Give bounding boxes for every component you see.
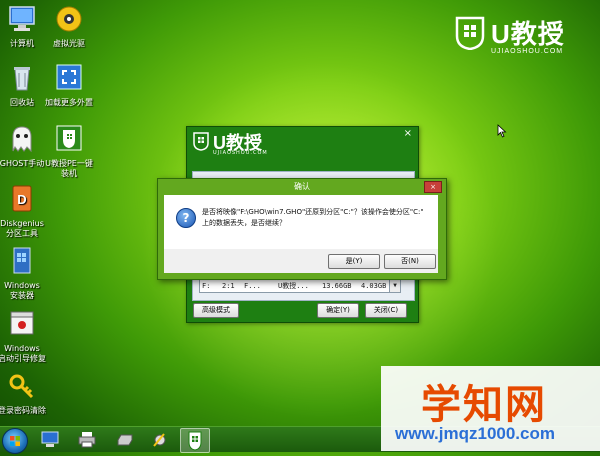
tool-window-logo: U教授 UJIAOSHOU.COM (193, 131, 293, 161)
ok-button[interactable]: 确定(Y) (317, 303, 359, 318)
desktop-icon-label: Windows 启动引导修复 (0, 344, 46, 363)
watermark-title: 学知网 (421, 383, 547, 427)
desktop-icon-label: U教授PE一键 装机 (45, 159, 93, 178)
mouse-pointer-icon (497, 124, 507, 138)
dialog-content: ? 是否将映像"F:\GHO\win7.GHO"还原到分区"C:"？该操作会使分… (164, 195, 438, 249)
question-icon: ? (176, 208, 196, 228)
tool-window-close-button[interactable]: × (404, 128, 412, 139)
desktop-icon-boot-repair[interactable]: Windows 启动引导修复 (0, 310, 51, 364)
dialog-footer: 是(Y) 否(N) (164, 249, 438, 273)
desktop-icon-diskgenius[interactable]: D Diskgenius 分区工具 (0, 185, 51, 239)
ujiaoshou-install-icon (56, 125, 82, 151)
diskgenius-icon: D (12, 185, 32, 212)
desktop-icon-label: 登录密码清除 (0, 406, 46, 415)
desktop-icon-label: 加载更多外置 (45, 98, 93, 107)
dialog-message-line1: 是否将映像"F:\GHO\win7.GHO"还原到分区"C:"？该操作会使分区"… (202, 208, 424, 216)
drive-icon[interactable] (115, 430, 135, 449)
start-orb-icon[interactable] (2, 428, 28, 454)
desktop-icon-label: Windows 安装器 (4, 281, 40, 300)
partition-col-label: U教授... (278, 282, 309, 290)
dialog-message: 是否将映像"F:\GHO\win7.GHO"还原到分区"C:"？该操作会使分区"… (202, 207, 430, 229)
boot-repair-icon (10, 311, 34, 335)
brand-url: UJIAOSHOU.COM (491, 48, 564, 55)
computer-icon[interactable] (40, 430, 60, 449)
brand-logo: U教授 UJIAOSHOU.COM (455, 14, 585, 58)
load-more-icon (56, 64, 82, 90)
desktop-icon-virtual-drive[interactable]: 虚拟光驱 (40, 5, 98, 49)
partition-col-size: 13.66GB (322, 282, 352, 290)
desktop-icon-windows-installer[interactable]: Windows 安装器 (0, 247, 51, 301)
desktop-icon-ujiaoshou-install[interactable]: U教授PE一键 装机 (40, 125, 98, 179)
ujiaoshou-app-icon (188, 431, 202, 451)
advanced-mode-button[interactable]: 高级模式 (193, 303, 239, 318)
close-button[interactable]: 关闭(C) (365, 303, 407, 318)
recycle-bin-icon (14, 67, 30, 91)
tools-icon[interactable] (150, 430, 170, 449)
shield-logo-icon (455, 16, 485, 50)
confirm-dialog[interactable]: 确认 × ? 是否将映像"F:\GHO\win7.GHO"还原到分区"C:"？该… (157, 178, 447, 280)
watermark-url: www.jmqz1000.com (395, 424, 555, 443)
computer-icon (9, 6, 35, 31)
brand-name: U教授 (491, 19, 565, 49)
partition-row[interactable]: F: 2:1 F... U教授... 13.66GB 4.03GB ▼ (199, 279, 401, 293)
partition-col-index: 2:1 (222, 282, 235, 290)
partition-col-letter: F... (244, 282, 261, 290)
windows-installer-icon (13, 247, 31, 274)
dialog-close-button[interactable]: × (424, 181, 442, 193)
virtual-drive-icon (56, 6, 82, 32)
printer-icon[interactable] (77, 430, 97, 449)
desktop-icon-label: 虚拟光驱 (53, 39, 85, 48)
shield-logo-icon (193, 132, 209, 151)
watermark: 学知网 www.jmqz1000.com (381, 366, 600, 451)
dialog-title: 确认 (294, 182, 310, 191)
windows-flag-icon (10, 436, 20, 446)
no-button[interactable]: 否(N) (384, 254, 436, 269)
dialog-message-line2: 上的数据丢失，是否继续？ (202, 219, 286, 227)
key-icon (9, 374, 34, 399)
chevron-down-icon[interactable]: ▼ (389, 280, 400, 292)
desktop-icon-password-clear[interactable]: 登录密码清除 (0, 372, 51, 416)
partition-col-free: 4.03GB (361, 282, 387, 290)
taskbar-active-item[interactable] (180, 428, 210, 453)
ghost-icon (12, 126, 32, 153)
svg-text:D: D (17, 192, 26, 207)
partition-col-drive: F: (202, 282, 211, 290)
desktop-icon-label: Diskgenius 分区工具 (0, 219, 44, 238)
yes-button[interactable]: 是(Y) (328, 254, 380, 269)
tool-window-logo-url: UJIAOSHOU.COM (213, 150, 268, 156)
desktop-icon-load-more[interactable]: 加载更多外置 (40, 64, 98, 108)
